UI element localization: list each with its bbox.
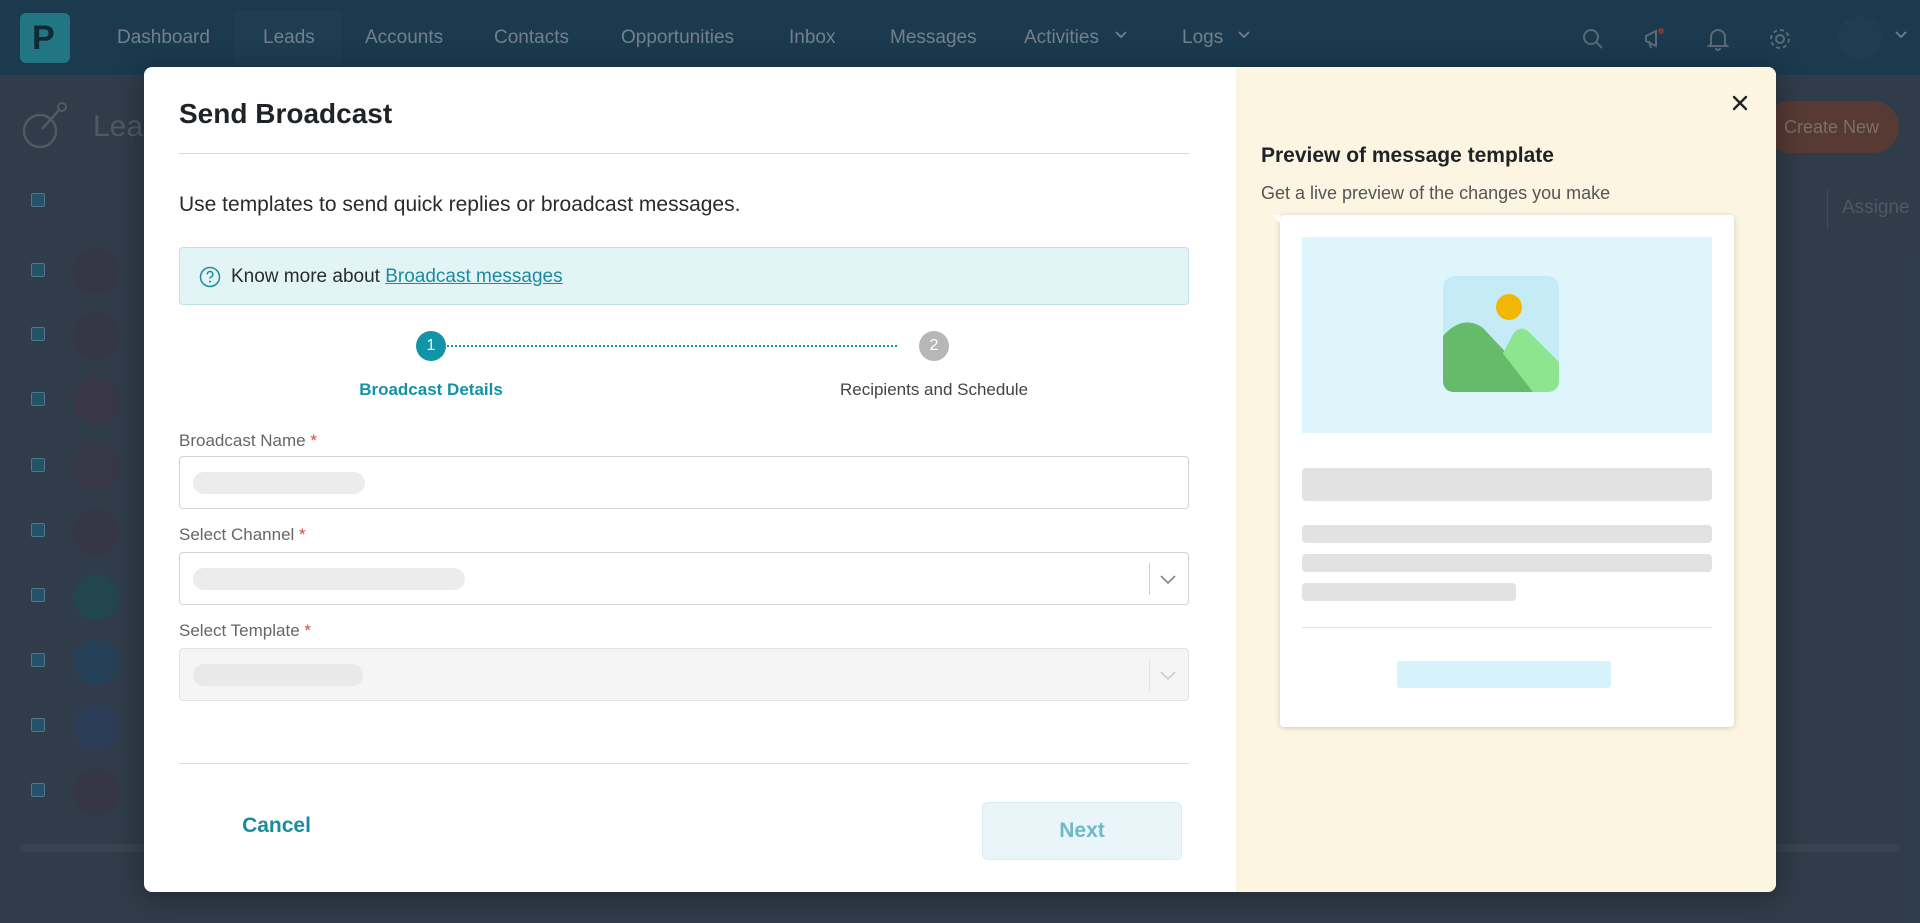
info-banner: Know more about Broadcast messages xyxy=(179,247,1189,305)
modal-title: Send Broadcast xyxy=(179,98,393,129)
footer-divider xyxy=(179,763,1189,764)
image-placeholder-icon xyxy=(1443,276,1559,392)
step-2-label[interactable]: Recipients and Schedule xyxy=(840,380,1028,400)
preview-line-placeholder xyxy=(1302,583,1516,601)
preview-button-placeholder xyxy=(1397,661,1611,688)
preview-subtitle: Get a live preview of the changes you ma… xyxy=(1261,183,1611,203)
chevron-down-icon[interactable] xyxy=(1158,571,1178,587)
broadcast-form-panel: Send Broadcast Use templates to send qui… xyxy=(144,67,1236,892)
preview-heading-placeholder xyxy=(1302,468,1712,501)
broadcast-name-input[interactable] xyxy=(179,456,1189,509)
preview-title: Preview of message template xyxy=(1261,144,1554,167)
preview-image-area xyxy=(1302,237,1712,433)
title-divider xyxy=(179,153,1189,154)
select-template-dropdown[interactable] xyxy=(179,648,1189,701)
broadcast-name-label: Broadcast Name * xyxy=(179,431,317,450)
stepper-connector xyxy=(431,345,897,347)
select-separator xyxy=(1149,659,1150,691)
help-circle-icon xyxy=(199,266,221,288)
preview-panel: Preview of message template Get a live p… xyxy=(1236,67,1776,892)
preview-divider xyxy=(1302,627,1712,628)
broadcast-messages-link[interactable]: Broadcast messages xyxy=(385,266,562,287)
next-button[interactable]: Next xyxy=(982,802,1182,860)
preview-line-placeholder xyxy=(1302,554,1712,572)
loading-placeholder xyxy=(193,568,465,590)
select-separator xyxy=(1149,563,1150,595)
step-1-label[interactable]: Broadcast Details xyxy=(359,380,503,400)
info-text: Know more about Broadcast messages xyxy=(231,266,563,288)
message-preview-card xyxy=(1272,215,1734,727)
select-template-label: Select Template * xyxy=(179,621,312,640)
send-broadcast-modal: Send Broadcast Use templates to send qui… xyxy=(144,67,1776,892)
loading-placeholder xyxy=(193,472,365,494)
preview-line-placeholder xyxy=(1302,525,1712,543)
cancel-button[interactable]: Cancel xyxy=(204,800,349,852)
step-2-indicator[interactable]: 2 xyxy=(919,331,949,361)
info-prefix: Know more about xyxy=(231,266,386,287)
chevron-down-icon xyxy=(1160,671,1176,681)
select-channel-label: Select Channel * xyxy=(179,525,306,544)
loading-placeholder xyxy=(193,664,363,686)
select-channel-dropdown[interactable] xyxy=(179,552,1189,605)
intro-text: Use templates to send quick replies or b… xyxy=(179,193,741,216)
step-1-indicator[interactable]: 1 xyxy=(416,331,446,361)
close-icon[interactable] xyxy=(1726,89,1754,117)
